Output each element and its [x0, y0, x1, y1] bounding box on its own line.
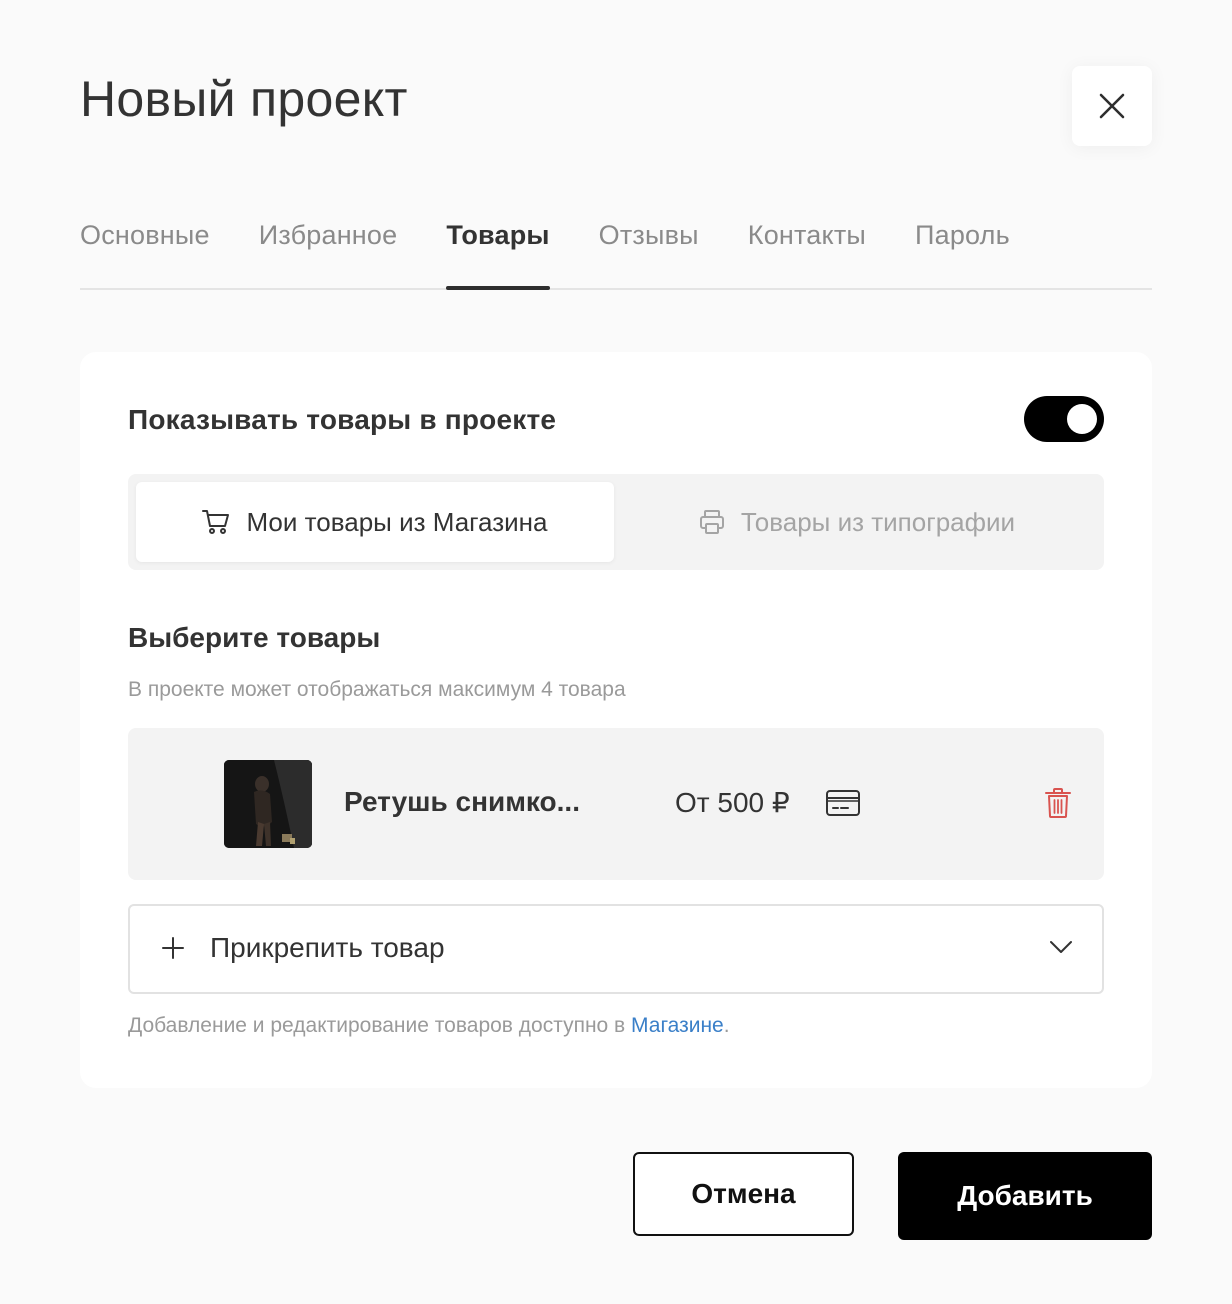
tab-password[interactable]: Пароль [915, 210, 1010, 288]
tab-bar: Основные Избранное Товары Отзывы Контакт… [80, 210, 1152, 290]
plus-icon [162, 937, 184, 959]
trash-icon [1045, 788, 1071, 818]
select-products-title: Выберите товары [128, 622, 381, 653]
select-products-hint: В проекте может отображаться максимум 4 … [128, 678, 626, 701]
footnote-text: Добавление и редактирование товаров дост… [128, 1014, 632, 1037]
tab-main[interactable]: Основные [80, 210, 210, 288]
source-shop-button[interactable]: Мои товары из Магазина [136, 482, 614, 562]
show-products-toggle[interactable] [1024, 396, 1104, 442]
attach-product-label: Прикрепить товар [210, 932, 445, 963]
product-price: От 500 ₽ [675, 787, 790, 818]
shop-footnote: Добавление и редактирование товаров дост… [128, 1014, 730, 1038]
printer-icon [699, 510, 724, 534]
product-row: Ретушь снимко... От 500 ₽ [128, 728, 1104, 880]
show-products-label: Показывать товары в проекте [128, 404, 557, 435]
cancel-button[interactable]: Отмена [633, 1152, 854, 1236]
source-print-label: Товары из типографии [740, 506, 1016, 537]
delete-product-button[interactable] [1044, 787, 1072, 824]
close-button[interactable] [1072, 66, 1152, 146]
attach-product-dropdown[interactable]: Прикрепить товар [128, 904, 1104, 994]
add-button[interactable]: Добавить [898, 1152, 1152, 1240]
products-card: Показывать товары в проекте Мои товары и… [80, 352, 1152, 1088]
tab-favorites[interactable]: Избранное [259, 210, 398, 288]
footnote-suffix: . [723, 1014, 730, 1037]
cart-icon [202, 510, 230, 534]
product-name: Ретушь снимко... [344, 786, 580, 817]
toggle-knob [1067, 404, 1097, 434]
tab-contacts[interactable]: Контакты [748, 210, 866, 288]
source-shop-label: Мои товары из Магазина [246, 506, 548, 537]
tab-products[interactable]: Товары [446, 210, 550, 290]
product-source-switch: Мои товары из Магазина Товары из типогра… [128, 474, 1104, 570]
product-thumbnail [224, 760, 312, 848]
credit-card-icon [826, 790, 860, 816]
close-icon [1099, 93, 1125, 119]
source-print-button[interactable]: Товары из типографии [618, 482, 1096, 562]
chevron-down-icon [1050, 941, 1072, 953]
tab-reviews[interactable]: Отзывы [599, 210, 699, 288]
page-title: Новый проект [80, 71, 408, 127]
shop-link[interactable]: Магазине [631, 1014, 724, 1037]
